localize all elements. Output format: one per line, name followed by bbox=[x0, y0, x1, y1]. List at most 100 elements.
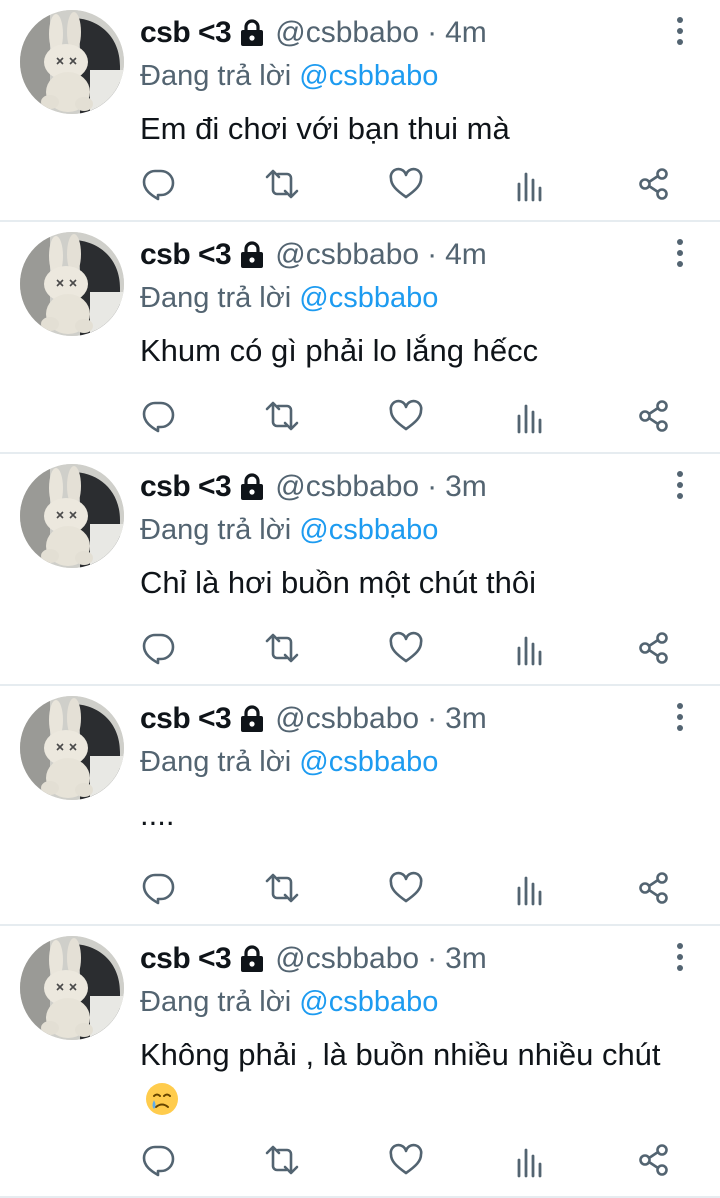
analytics-icon[interactable] bbox=[513, 870, 549, 906]
timestamp[interactable]: 3m bbox=[445, 464, 487, 510]
tweet[interactable]: csb <3 @csbbabo · 4m Đang trả lời @csbba… bbox=[0, 222, 720, 454]
heart-icon[interactable] bbox=[388, 630, 424, 666]
tweet-text-body: Chỉ là hơi buồn một chút thôi bbox=[140, 565, 536, 600]
display-name[interactable]: csb <3 bbox=[140, 936, 232, 982]
tweet[interactable]: csb <3 @csbbabo · 3m Đang trả lời @csbba… bbox=[0, 454, 720, 686]
tweet[interactable]: csb <3 @csbbabo · 3m Đang trả lời @csbba… bbox=[0, 926, 720, 1198]
tweet-actions bbox=[140, 398, 680, 438]
tweet-text: Không phải , là buồn nhiều nhiều chút bbox=[140, 1032, 664, 1124]
replying-to: Đang trả lời @csbbabo bbox=[140, 742, 664, 782]
tweet-actions bbox=[140, 1142, 680, 1182]
retweet-icon[interactable] bbox=[264, 870, 300, 906]
tweet-content: csb <3 @csbbabo · 3m Đang trả lời @csbba… bbox=[140, 936, 664, 1124]
tweet[interactable]: csb <3 @csbbabo · 4m Đang trả lời @csbba… bbox=[0, 0, 720, 222]
timestamp[interactable]: 3m bbox=[445, 936, 487, 982]
timestamp[interactable]: 4m bbox=[445, 232, 487, 278]
replying-to: Đang trả lời @csbbabo bbox=[140, 278, 664, 318]
share-icon[interactable] bbox=[636, 870, 672, 906]
display-name[interactable]: csb <3 bbox=[140, 464, 232, 510]
tweet-actions bbox=[140, 630, 680, 670]
reply-prefix: Đang trả lời bbox=[140, 60, 292, 92]
handle[interactable]: @csbbabo bbox=[275, 936, 419, 982]
reply-icon[interactable] bbox=[140, 630, 176, 666]
tweet-header: csb <3 @csbbabo · 3m bbox=[140, 696, 664, 742]
lock-icon bbox=[239, 702, 265, 732]
lock-icon bbox=[239, 942, 265, 972]
display-name[interactable]: csb <3 bbox=[140, 10, 232, 56]
timestamp[interactable]: 3m bbox=[445, 696, 487, 742]
avatar[interactable] bbox=[20, 936, 124, 1040]
more-vertical-icon[interactable] bbox=[668, 14, 692, 48]
heart-icon[interactable] bbox=[388, 398, 424, 434]
analytics-icon[interactable] bbox=[513, 398, 549, 434]
tweet-text-body: Không phải , là buồn nhiều nhiều chút bbox=[140, 1037, 661, 1072]
timestamp[interactable]: 4m bbox=[445, 10, 487, 56]
reply-handle-link[interactable]: @csbbabo bbox=[299, 986, 438, 1018]
separator: · bbox=[427, 470, 438, 503]
reply-handle-link[interactable]: @csbbabo bbox=[299, 746, 438, 778]
share-icon[interactable] bbox=[636, 166, 672, 202]
share-icon[interactable] bbox=[636, 398, 672, 434]
display-name[interactable]: csb <3 bbox=[140, 696, 232, 742]
heart-icon[interactable] bbox=[388, 1142, 424, 1178]
lock-icon bbox=[239, 238, 265, 268]
retweet-icon[interactable] bbox=[264, 398, 300, 434]
more-vertical-icon[interactable] bbox=[668, 700, 692, 734]
separator: · bbox=[427, 16, 438, 49]
avatar[interactable] bbox=[20, 10, 124, 114]
avatar[interactable] bbox=[20, 232, 124, 336]
share-icon[interactable] bbox=[636, 630, 672, 666]
handle[interactable]: @csbbabo bbox=[275, 10, 419, 56]
reply-icon[interactable] bbox=[140, 398, 176, 434]
retweet-icon[interactable] bbox=[264, 630, 300, 666]
lock-icon bbox=[239, 16, 265, 46]
reply-icon[interactable] bbox=[140, 166, 176, 202]
heart-icon[interactable] bbox=[388, 166, 424, 202]
tweet-text: Em đi chơi với bạn thui mà bbox=[140, 106, 664, 152]
display-name[interactable]: csb <3 bbox=[140, 232, 232, 278]
replying-to: Đang trả lời @csbbabo bbox=[140, 982, 664, 1022]
handle[interactable]: @csbbabo bbox=[275, 696, 419, 742]
reply-icon[interactable] bbox=[140, 1142, 176, 1178]
tweet-text: .... bbox=[140, 792, 664, 838]
analytics-icon[interactable] bbox=[513, 1142, 549, 1178]
tweet-text-body: Em đi chơi với bạn thui mà bbox=[140, 111, 510, 146]
analytics-icon[interactable] bbox=[513, 166, 549, 202]
avatar[interactable] bbox=[20, 464, 124, 568]
separator: · bbox=[427, 238, 438, 271]
reply-prefix: Đang trả lời bbox=[140, 986, 292, 1018]
handle[interactable]: @csbbabo bbox=[275, 464, 419, 510]
retweet-icon[interactable] bbox=[264, 166, 300, 202]
tweet-header: csb <3 @csbbabo · 4m bbox=[140, 232, 664, 278]
reply-handle-link[interactable]: @csbbabo bbox=[299, 60, 438, 92]
reply-icon[interactable] bbox=[140, 870, 176, 906]
more-vertical-icon[interactable] bbox=[668, 236, 692, 270]
tweet-text: Khum có gì phải lo lắng hếcc bbox=[140, 328, 664, 374]
tweet-actions bbox=[140, 166, 680, 206]
reply-handle-link[interactable]: @csbbabo bbox=[299, 282, 438, 314]
lock-icon bbox=[239, 470, 265, 500]
retweet-icon[interactable] bbox=[264, 1142, 300, 1178]
handle[interactable]: @csbbabo bbox=[275, 232, 419, 278]
share-icon[interactable] bbox=[636, 1142, 672, 1178]
tweet-text: Chỉ là hơi buồn một chút thôi bbox=[140, 560, 664, 606]
more-vertical-icon[interactable] bbox=[668, 468, 692, 502]
tweet-actions bbox=[140, 870, 680, 910]
tweet[interactable]: csb <3 @csbbabo · 3m Đang trả lời @csbba… bbox=[0, 686, 720, 926]
tweet-content: csb <3 @csbbabo · 3m Đang trả lời @csbba… bbox=[140, 464, 664, 606]
tweet-content: csb <3 @csbbabo · 3m Đang trả lời @csbba… bbox=[140, 696, 664, 838]
tweet-text-body: .... bbox=[140, 797, 175, 832]
separator: · bbox=[427, 942, 438, 975]
reply-prefix: Đang trả lời bbox=[140, 514, 292, 546]
reply-handle-link[interactable]: @csbbabo bbox=[299, 514, 438, 546]
tweet-content: csb <3 @csbbabo · 4m Đang trả lời @csbba… bbox=[140, 10, 664, 152]
crying-face-emoji bbox=[144, 1081, 180, 1117]
reply-prefix: Đang trả lời bbox=[140, 282, 292, 314]
tweet-text-body: Khum có gì phải lo lắng hếcc bbox=[140, 333, 539, 368]
analytics-icon[interactable] bbox=[513, 630, 549, 666]
separator: · bbox=[427, 702, 438, 735]
timeline: csb <3 @csbbabo · 4m Đang trả lời @csbba… bbox=[0, 0, 720, 1198]
more-vertical-icon[interactable] bbox=[668, 940, 692, 974]
avatar[interactable] bbox=[20, 696, 124, 800]
heart-icon[interactable] bbox=[388, 870, 424, 906]
